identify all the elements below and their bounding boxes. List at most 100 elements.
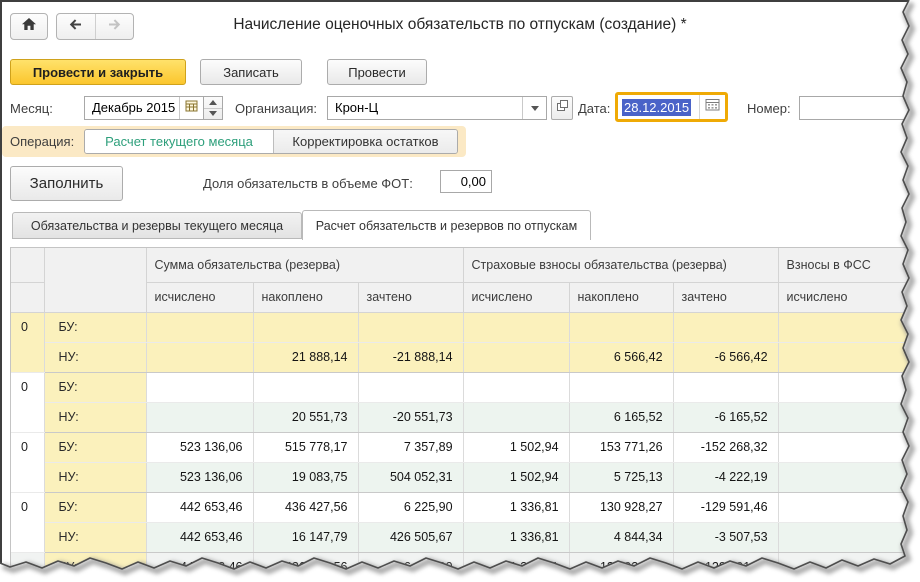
table-row[interactable]: 0БУ: [11,372,920,402]
account-type-column-header[interactable] [44,248,146,312]
amount-cell[interactable] [146,372,253,402]
amount-cell[interactable]: 1 336,81 [463,492,569,522]
amount-cell[interactable] [778,342,920,372]
amount-cell[interactable] [778,522,920,552]
amount-cell[interactable]: 442 653,46 [146,492,253,522]
amount-cell[interactable] [778,432,920,462]
amount-cell[interactable] [778,372,920,402]
amount-cell[interactable] [358,372,463,402]
amount-cell[interactable] [253,372,358,402]
amount-cell[interactable] [463,342,569,372]
operation-option-balance-correction[interactable]: Корректировка остатков [273,130,457,153]
amount-cell[interactable]: 504 052,31 [358,462,463,492]
calculation-grid[interactable]: Сумма обязательства (резерва)Страховые в… [10,247,920,582]
amount-cell[interactable]: 1 336,81 [463,522,569,552]
column-group-header[interactable]: Страховые взносы обязательства (резерва) [463,248,778,282]
amount-cell[interactable]: 426 505,67 [358,522,463,552]
date-picker-button[interactable] [699,95,725,119]
amount-cell[interactable] [778,402,920,432]
tab-vacation-liabilities-calculation[interactable]: Расчет обязательств и резервов по отпуск… [302,210,591,240]
column-subheader[interactable]: исчислено [146,282,253,312]
amount-cell[interactable]: 436 427,56 [253,492,358,522]
row-key-cell[interactable]: 0 [11,372,44,432]
amount-cell[interactable] [253,312,358,342]
table-row[interactable]: 0БУ: [11,312,920,342]
organization-dropdown-button[interactable] [522,97,546,119]
amount-cell[interactable]: -152 268,32 [673,432,778,462]
amount-cell[interactable]: 6 225,90 [358,492,463,522]
amount-cell[interactable]: 7 357,89 [358,432,463,462]
amount-cell[interactable]: 436 427,56 [253,552,358,582]
amount-cell[interactable]: 6 225,90 [358,552,463,582]
home-button[interactable] [10,13,48,40]
amount-cell[interactable] [463,312,569,342]
organization-field[interactable]: Крон-Ц [327,96,547,120]
account-type-cell[interactable]: БУ: [44,492,146,522]
month-field[interactable]: Декабрь 2015 [84,96,223,120]
spin-down-icon[interactable] [204,109,222,120]
amount-cell[interactable]: -4 222,19 [673,462,778,492]
month-value[interactable]: Декабрь 2015 [85,97,179,119]
column-subheader[interactable]: накоплено [253,282,358,312]
amount-cell[interactable]: -6 566,42 [673,342,778,372]
column-group-header[interactable]: Сумма обязательства (резерва) [146,248,463,282]
amount-cell[interactable]: 523 136,06 [146,432,253,462]
row-key-cell[interactable]: 0 [11,492,44,552]
column-group-header[interactable]: Взносы в ФСС [778,248,920,282]
amount-cell[interactable] [146,342,253,372]
table-row[interactable]: НУ:523 136,0619 083,75504 052,311 502,94… [11,462,920,492]
amount-cell[interactable]: 6 566,42 [569,342,673,372]
table-row[interactable]: 0БУ:523 136,06515 778,177 357,891 502,94… [11,432,920,462]
amount-cell[interactable] [569,312,673,342]
column-subheader[interactable]: исчислено [463,282,569,312]
amount-cell[interactable]: 19 083,75 [253,462,358,492]
amount-cell[interactable] [146,402,253,432]
amount-cell[interactable]: -129 591,46 [673,552,778,582]
amount-cell[interactable]: 130 928,27 [569,492,673,522]
date-value-selected[interactable]: 28.12.2015 [622,99,691,116]
organization-value[interactable]: Крон-Ц [328,97,522,119]
post-and-close-button[interactable]: Провести и закрыть [10,59,186,85]
row-key-cell[interactable]: 0 [11,432,44,492]
month-picker-button[interactable] [179,97,203,119]
amount-cell[interactable]: 20 551,73 [253,402,358,432]
table-row[interactable]: 0БУ:442 653,46436 427,566 225,901 336,81… [11,492,920,522]
write-button[interactable]: Записать [200,59,302,85]
amount-cell[interactable] [673,312,778,342]
account-type-cell[interactable]: БУ: [44,432,146,462]
month-spinner[interactable] [203,97,222,119]
amount-cell[interactable] [778,552,920,582]
amount-cell[interactable]: -6 165,52 [673,402,778,432]
post-button[interactable]: Провести [327,59,427,85]
share-of-fot-input[interactable]: 0,00 [440,170,492,193]
amount-cell[interactable]: -3 507,53 [673,522,778,552]
row-key-cell[interactable]: 0 [11,312,44,372]
amount-cell[interactable] [569,372,673,402]
account-type-cell[interactable]: НУ: [44,402,146,432]
date-field[interactable]: 28.12.2015 [618,95,725,119]
amount-cell[interactable]: 442 653,46 [146,552,253,582]
number-value[interactable] [800,97,914,119]
account-type-cell[interactable]: НУ: [44,342,146,372]
table-row[interactable]: 0БУ:442 653,46436 427,566 225,901 336,81… [11,552,920,582]
column-subheader[interactable]: исчислено [778,282,920,312]
amount-cell[interactable] [463,372,569,402]
table-row[interactable]: НУ: 21 888,14-21 888,14 6 566,42-6 566,42 [11,342,920,372]
amount-cell[interactable]: 21 888,14 [253,342,358,372]
amount-cell[interactable] [463,402,569,432]
amount-cell[interactable]: 5 725,13 [569,462,673,492]
amount-cell[interactable] [673,372,778,402]
amount-cell[interactable]: 4 844,34 [569,522,673,552]
amount-cell[interactable]: -21 888,14 [358,342,463,372]
row-key-cell[interactable]: 0 [11,552,44,582]
tab-current-month-liabilities[interactable]: Обязательства и резервы текущего месяца [12,212,302,239]
amount-cell[interactable]: 515 778,17 [253,432,358,462]
amount-cell[interactable]: 130 928,27 [569,552,673,582]
amount-cell[interactable]: 523 136,06 [146,462,253,492]
operation-option-current-month[interactable]: Расчет текущего месяца [85,130,273,153]
column-subheader[interactable]: зачтено [673,282,778,312]
table-row[interactable]: НУ:442 653,4616 147,79426 505,671 336,81… [11,522,920,552]
spin-up-icon[interactable] [204,97,222,109]
amount-cell[interactable]: 16 147,79 [253,522,358,552]
account-type-cell[interactable]: БУ: [44,372,146,402]
